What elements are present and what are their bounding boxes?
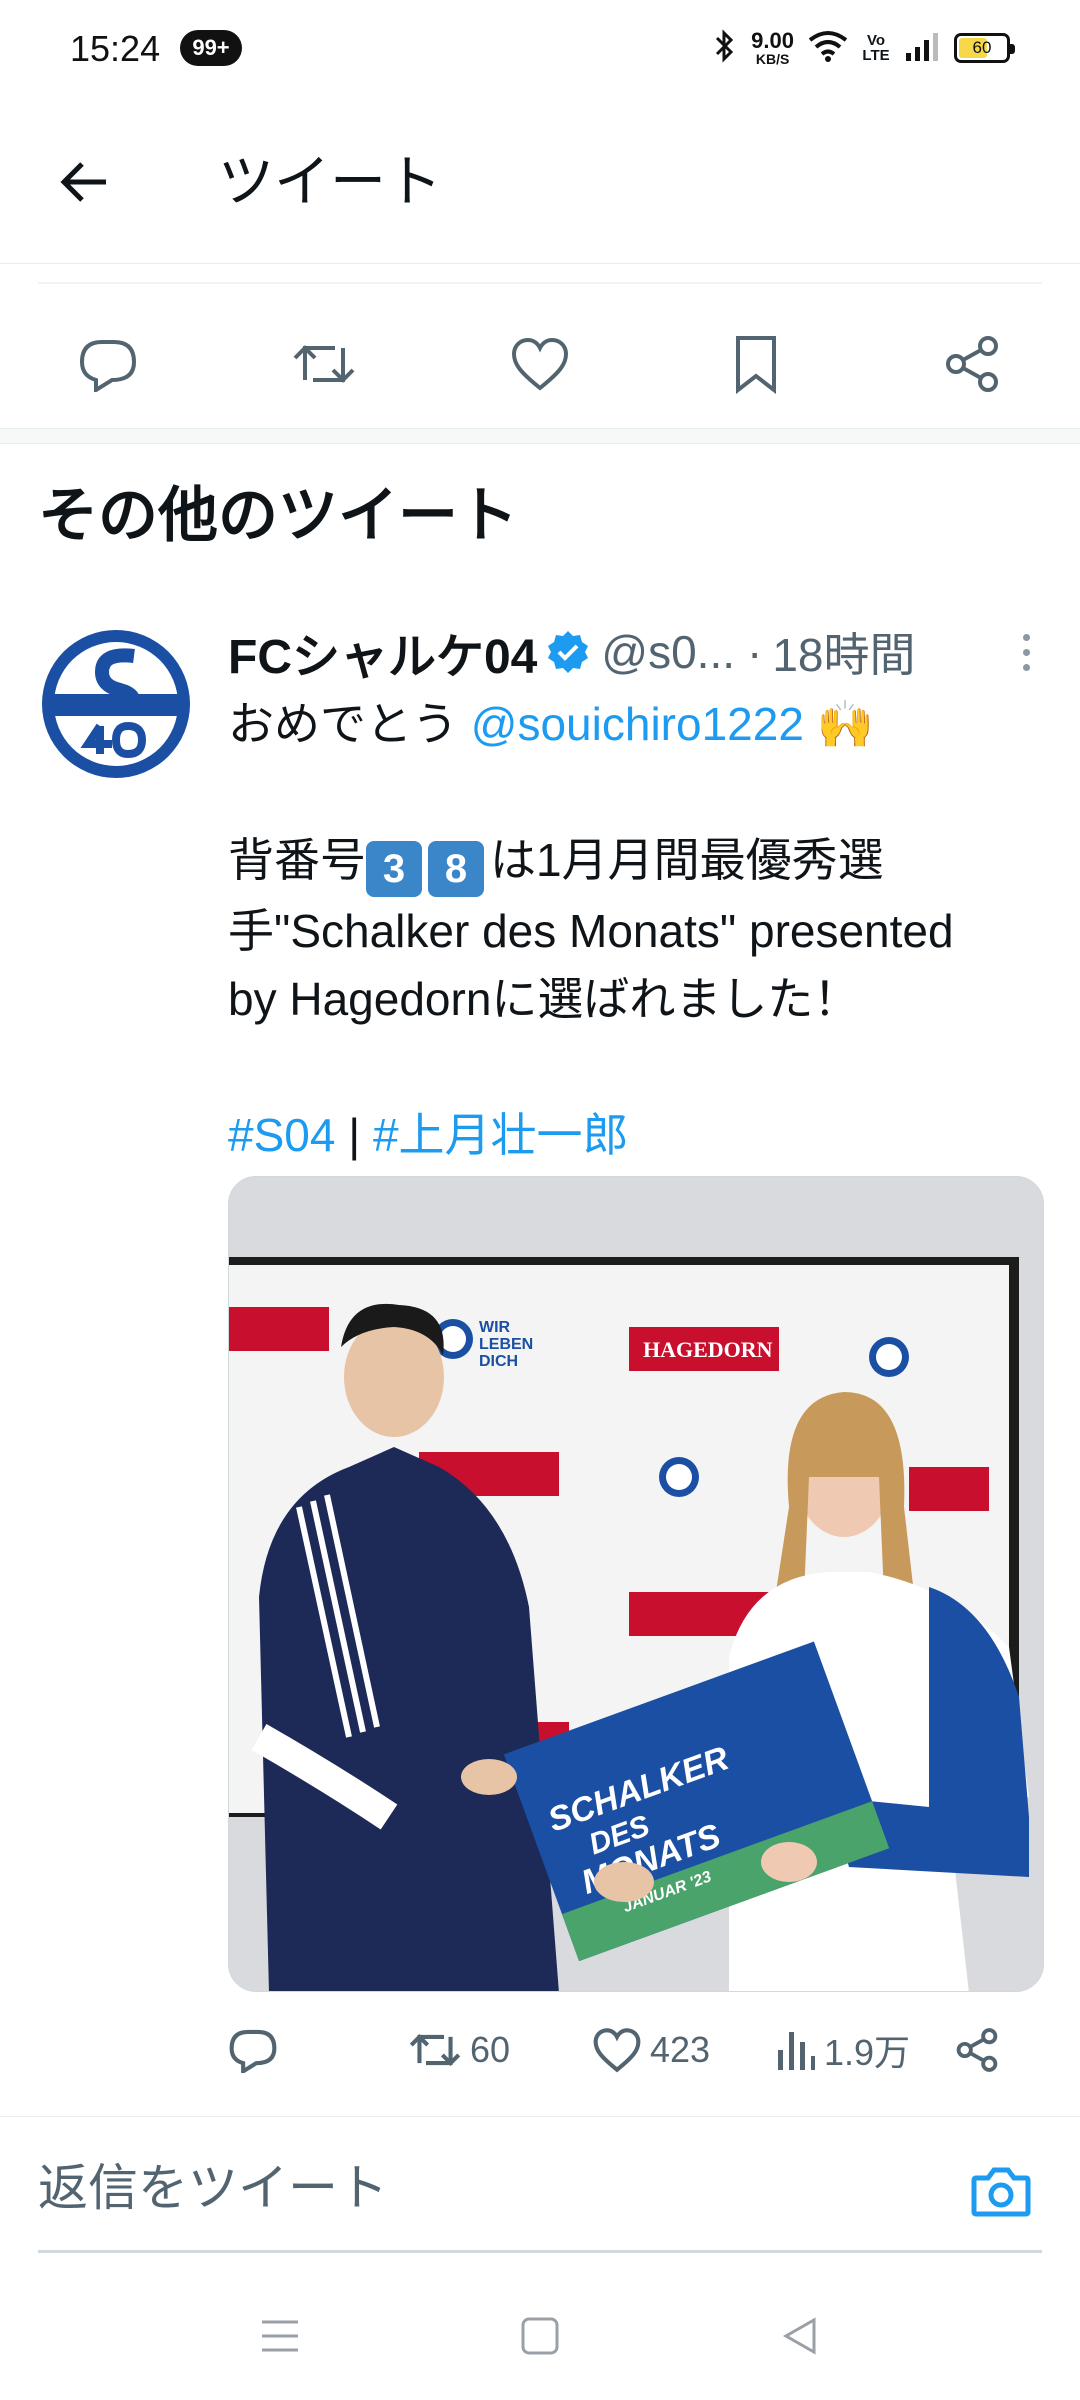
divider	[38, 282, 1042, 284]
text-segment: は1月月間最優秀選	[490, 834, 884, 886]
author-handle[interactable]: @s0...	[601, 625, 735, 679]
section-separator	[0, 428, 1080, 444]
tweet-line-1: おめでとう @souichiro1222 🙌	[228, 690, 1048, 758]
separator-dot: ·	[747, 626, 763, 678]
net-speed-value: 9.00	[751, 28, 794, 53]
retweet-icon	[293, 345, 355, 383]
verified-badge-icon	[548, 631, 589, 673]
text-segment: 背番号	[228, 834, 366, 886]
schalke-logo-icon	[42, 630, 190, 778]
share-button[interactable]	[930, 322, 1014, 406]
signal-icon	[904, 31, 940, 66]
menu-icon	[262, 2320, 298, 2352]
volte-icon: Vo LTE	[862, 32, 890, 64]
reply-underline	[38, 2250, 1042, 2253]
bookmark-button[interactable]	[714, 322, 798, 406]
reply-input[interactable]: 返信をツイート	[38, 2148, 938, 2228]
hashtag-link[interactable]: #上月壮一郎	[373, 1109, 629, 1161]
square-home-icon	[521, 2317, 559, 2355]
status-bar: 15:24 99+ 9.00 KB/S Vo LTE 60	[0, 0, 1080, 96]
heart-icon	[593, 2028, 641, 2073]
tweet-line-2: 背番号 3 8 は1月月間最優秀選	[228, 826, 1048, 897]
reply-button[interactable]	[66, 322, 150, 406]
text-segment: おめでとう	[228, 698, 471, 750]
hashtag-link[interactable]: #S04	[228, 1109, 335, 1161]
heart-icon	[511, 337, 569, 391]
bar-chart-icon	[778, 2032, 815, 2070]
share-icon	[956, 2028, 998, 2072]
nav-back-button[interactable]	[770, 2306, 830, 2366]
like-count: 423	[650, 2029, 711, 2070]
tweet-header: FCシャルケ04 @s0... · 18時間	[228, 612, 1048, 692]
share-icon	[946, 336, 998, 392]
reply-icon	[229, 2029, 277, 2073]
arrow-left-icon	[60, 162, 106, 202]
net-speed: 9.00 KB/S	[751, 28, 794, 67]
section-title: その他のツイート	[38, 482, 518, 549]
retweet-icon	[409, 2034, 461, 2066]
wifi-icon	[808, 30, 848, 67]
camera-button[interactable]	[966, 2156, 1036, 2226]
retweet-button[interactable]: 60	[408, 2010, 510, 2090]
banner-slogan: LEBEN	[479, 1336, 533, 1353]
home-button[interactable]	[510, 2306, 570, 2366]
raised-hands-emoji: 🙌	[816, 698, 874, 750]
tweet-line-3: 手"Schalker des Monats" presented	[228, 905, 954, 957]
hashtag-line: #S04 | #上月壮一郎	[228, 1101, 1048, 1169]
views-button[interactable]: 1.9万	[776, 2010, 910, 2090]
tweet-line-4: by Hagedornに選ばれました！	[228, 973, 860, 1025]
keycap-8-emoji: 8	[428, 841, 484, 897]
author-name[interactable]: FCシャルケ04	[228, 617, 537, 687]
like-button[interactable]: 423	[592, 2010, 710, 2090]
more-options-button[interactable]	[1004, 622, 1048, 682]
banner-brand: HAGEDORN	[643, 1337, 773, 1362]
view-count: 1.9万	[824, 2032, 911, 2073]
dot	[1022, 633, 1030, 641]
bookmark-icon	[736, 336, 776, 394]
tweet-time: 18時間	[772, 629, 916, 681]
bluetooth-icon	[713, 28, 737, 69]
reply-button[interactable]	[228, 2010, 278, 2090]
tweet-actions: 60 423 1.9万	[228, 2010, 1048, 2090]
camera-icon	[971, 2167, 1031, 2217]
status-icons: 9.00 KB/S Vo LTE 60	[713, 26, 1015, 70]
net-speed-unit: KB/S	[755, 51, 790, 67]
reply-icon	[79, 340, 137, 392]
like-button[interactable]	[498, 322, 582, 406]
back-button[interactable]	[44, 142, 124, 222]
divider	[0, 2116, 1080, 2117]
mention-link[interactable]: @souichiro1222	[471, 698, 804, 750]
page-title: ツイート	[218, 150, 442, 213]
award-photo: HAGEDORN WIR LEBEN DICH SCHALKER DES MON…	[229, 1177, 1043, 1991]
top-app-bar: ツイート	[0, 96, 1080, 264]
battery-level: 60	[972, 38, 992, 57]
status-time: 15:24	[70, 28, 161, 69]
retweet-count: 60	[470, 2029, 511, 2070]
tweet-photo[interactable]: HAGEDORN WIR LEBEN DICH SCHALKER DES MON…	[228, 1176, 1044, 1992]
share-button[interactable]	[954, 2010, 1000, 2090]
menu-button[interactable]	[250, 2306, 310, 2366]
banner-slogan: WIR	[479, 1319, 511, 1336]
main-tweet-actions	[0, 300, 1080, 428]
battery-icon: 60	[954, 33, 1015, 63]
retweet-button[interactable]	[282, 322, 366, 406]
triangle-back-icon	[782, 2317, 816, 2355]
banner-slogan: DICH	[479, 1353, 518, 1370]
tweet-text: おめでとう @souichiro1222 🙌 背番号 3 8 は1月月間最優秀選 手"…	[228, 690, 1048, 1169]
text-segment: |	[335, 1109, 373, 1161]
notification-badge: 99+	[180, 30, 242, 66]
avatar[interactable]	[38, 626, 194, 782]
system-nav-bar	[0, 2270, 1080, 2400]
keycap-3-emoji: 3	[366, 841, 422, 897]
